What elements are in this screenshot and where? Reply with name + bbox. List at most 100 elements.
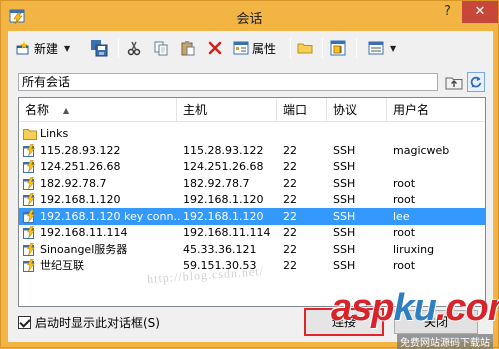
brand-logo: aspku.com 免费网站源码下载站 [331,287,499,349]
session-port: 22 [283,209,297,223]
toolbar-separator [322,38,323,58]
session-username [393,125,483,142]
session-protocol: SSH [333,209,356,223]
session-name: 182.92.78.7 [23,175,181,192]
window-title: 会话 [236,12,263,27]
session-protocol: SSH [333,193,356,206]
session-protocol [333,125,389,142]
session-name: Sinoangel服务器 [23,241,181,258]
session-icon [23,209,36,223]
session-name-label: Sinoangel服务器 [40,242,128,256]
session-name-label: 世纪互联 [40,259,84,272]
startup-checkbox-label: 启动时显示此对话框(S) [35,316,160,330]
session-row[interactable]: 182.92.78.7 182.92.78.7 22 SSH root [19,175,485,192]
session-username: liruxing [393,242,435,256]
session-icon [23,242,36,256]
sort-ascending-icon: ▲ [63,106,70,115]
column-header-protocol[interactable]: 协议 [327,98,387,122]
session-host: 45.33.36.121 [183,242,257,256]
view-button[interactable]: ▼ [368,37,396,59]
session-username: lee [393,209,410,223]
session-row[interactable]: 192.168.1.120 key conn... 192.168.1.120 22… [19,207,485,225]
copy-icon [154,41,168,56]
toolbar-separator [356,38,357,58]
close-button[interactable]: ✕ [462,1,498,23]
folder-up-icon[interactable] [445,73,463,91]
checkbox-checked[interactable] [18,316,31,329]
session-row[interactable]: 192.168.1.120 192.168.1.120 22 SSH root [19,191,485,208]
session-manager-button[interactable] [330,37,346,59]
delete-button[interactable] [207,37,223,59]
session-name: Links [23,125,181,142]
chevron-down-icon[interactable]: ▼ [390,44,396,53]
session-name-label: Links [40,127,69,140]
column-header-name[interactable]: 名称 ▲ [19,98,177,122]
delete-icon [208,41,222,55]
session-port: 22 [283,160,297,173]
session-port: 22 [283,242,297,256]
session-row[interactable]: 115.28.93.122 115.28.93.122 22 SSH magicweb [19,142,485,159]
session-icon [23,259,36,272]
session-port [283,125,331,142]
session-host [183,125,279,142]
session-name: 192.168.11.114 [23,224,181,241]
session-username: root [393,193,416,206]
session-protocol: SSH [333,226,356,239]
session-port: 22 [283,226,297,239]
session-icon [23,160,36,173]
session-list[interactable]: 名称 ▲ 主机 端口 协议 用户名 Links 115.28.93.122 115.2… [18,97,486,307]
session-host: 182.92.78.7 [183,176,250,190]
new-button[interactable]: 新建 ▼ [15,37,70,59]
session-host: 115.28.93.122 [183,143,264,157]
title-bar[interactable]: 会话 ? ✕ [1,1,498,31]
paste-button[interactable] [180,37,196,59]
session-host: 192.168.1.120 [183,193,264,206]
column-header-host[interactable]: 主机 [177,98,277,122]
session-manager-icon [330,40,346,56]
session-protocol: SSH [333,176,356,190]
session-name: 124.251.26.68 [23,158,181,175]
path-field[interactable]: 所有会话 [18,73,438,91]
copy-button[interactable] [153,37,169,59]
help-button[interactable]: ? [434,1,461,23]
session-host: 192.168.1.120 [183,209,264,223]
session-port: 22 [283,143,297,157]
folder-row[interactable]: Links [19,125,485,142]
session-name-label: 182.92.78.7 [40,176,107,190]
brand-subtitle: 免费网站源码下载站 [397,334,493,349]
session-username: root [393,226,416,239]
session-host: 124.251.26.68 [183,160,264,173]
session-name-label: 115.28.93.122 [40,143,121,157]
paste-icon [181,41,195,56]
session-username: magicweb [393,143,450,157]
column-header-label: 名称 [25,103,50,117]
chevron-down-icon[interactable]: ▼ [64,44,70,53]
session-port: 22 [283,193,297,206]
startup-checkbox[interactable]: 启动时显示此对话框(S) [18,314,160,331]
session-row[interactable]: Sinoangel服务器 45.33.36.121 22 SSH liruxing [19,241,485,258]
session-protocol: SSH [333,242,356,256]
new-folder-button[interactable] [297,37,313,59]
session-protocol: SSH [333,259,356,272]
toolbar-separator [118,38,119,58]
cut-button[interactable] [126,37,142,59]
session-name-label: 192.168.1.120 [40,193,121,206]
properties-label: 属性 [252,41,277,56]
column-header-username[interactable]: 用户名 [387,98,485,122]
save-button[interactable] [90,37,108,59]
properties-button[interactable]: 属性 [233,37,276,59]
save-icon [91,40,108,57]
session-username: root [393,259,416,272]
session-protocol: SSH [333,143,356,157]
session-name: 115.28.93.122 [23,142,181,159]
session-name-label: 192.168.1.120 key conn... [40,209,181,223]
column-header-port[interactable]: 端口 [277,98,327,122]
session-row[interactable]: 124.251.26.68 124.251.26.68 22 SSH [19,158,485,175]
session-username [393,158,483,175]
session-dialog: 会话 ? ✕ 新建 ▼ 属性 ▼ 所有会话 名称 ▲ 主机 端口 协议 用户名 … [0,0,499,349]
session-name-label: 192.168.11.114 [40,226,128,239]
refresh-icon[interactable] [467,72,485,92]
session-host: 192.168.11.114 [183,226,271,239]
session-row[interactable]: 192.168.11.114 192.168.11.114 22 SSH root [19,224,485,241]
session-icon [23,176,36,190]
